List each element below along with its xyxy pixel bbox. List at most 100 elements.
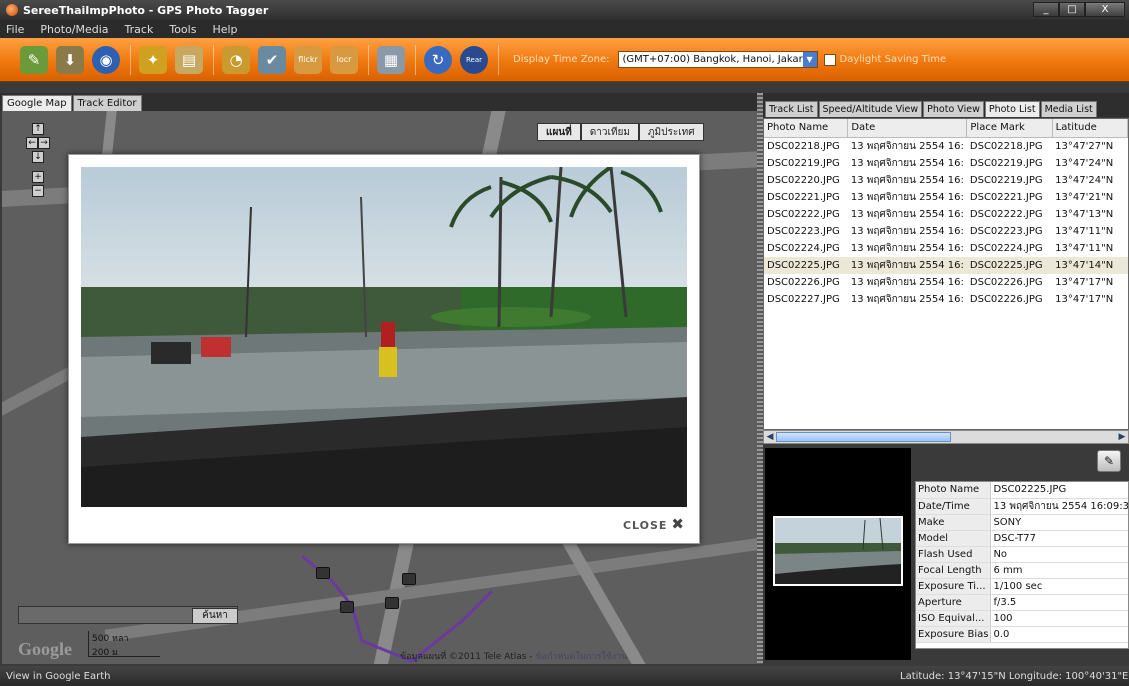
- photo-list-grid: Photo Name Date Place Mark Latitude DSC0…: [763, 118, 1129, 430]
- photo-edit-icon[interactable]: ▤: [175, 45, 203, 74]
- close-window-button[interactable]: X: [1085, 2, 1125, 17]
- table-row[interactable]: DSC02227.JPG 13 พฤศจิกายน 2554 16: DSC0222…: [764, 291, 1128, 308]
- column-latitude[interactable]: Latitude: [1052, 119, 1128, 138]
- column-date[interactable]: Date: [847, 119, 968, 138]
- export-kml-icon[interactable]: ▦: [377, 45, 405, 74]
- popup-photo: [81, 167, 687, 507]
- cell-place-mark: DSC02219.JPG: [969, 174, 1043, 186]
- pan-up-icon[interactable]: ↑: [32, 123, 44, 135]
- photo-marker-icon[interactable]: [385, 597, 399, 609]
- tab-track-list[interactable]: Track List: [765, 101, 818, 117]
- status-coordinates: Latitude: 13°47'15"N Longitude: 100°40'3…: [900, 670, 1129, 682]
- grid-horizontal-scrollbar[interactable]: ◀ ▶: [763, 430, 1129, 444]
- toolbar-separator: [415, 44, 416, 75]
- copyright-text: ข้อมูลแผนที่ ©2011 Tele Atlas -: [400, 652, 533, 662]
- cell-latitude: 13°47'11"N: [1055, 242, 1114, 254]
- property-row: Exposure Bias 0.0: [916, 626, 1128, 643]
- pan-left-icon[interactable]: ←: [26, 137, 38, 149]
- scroll-left-icon[interactable]: ◀: [764, 431, 776, 443]
- import-track-icon[interactable]: ⬇: [56, 45, 84, 74]
- locr-upload-icon[interactable]: locr: [330, 45, 358, 74]
- map-type-terrain[interactable]: ภูมิประเทศ: [638, 123, 704, 141]
- terms-of-use-link[interactable]: ข้อกำหนดในการใช้งาน: [535, 652, 627, 662]
- toolbar-separator: [130, 44, 131, 75]
- cell-photo-name: DSC02223.JPG: [767, 225, 840, 237]
- left-tab-strip: Google Map Track Editor: [0, 93, 757, 111]
- map-type-map[interactable]: แผนที่: [537, 123, 581, 141]
- property-value: 13 พฤศจิกายน 2554 16:09:34: [990, 498, 1128, 515]
- chevron-down-icon[interactable]: ▼: [802, 52, 817, 67]
- zoom-out-icon[interactable]: −: [32, 185, 44, 197]
- time-offset-icon[interactable]: ◔: [222, 45, 250, 74]
- menu-tools[interactable]: Tools: [169, 23, 196, 36]
- pan-down-icon[interactable]: ↓: [32, 151, 44, 163]
- cell-place-mark: DSC02221.JPG: [969, 191, 1043, 203]
- photo-thumbnail[interactable]: [773, 516, 903, 586]
- daylight-saving-label: Daylight Saving Time: [839, 54, 947, 65]
- daylight-saving-checkbox[interactable]: [823, 53, 836, 66]
- edit-properties-button[interactable]: ✎: [1097, 450, 1121, 472]
- close-icon[interactable]: ✖: [671, 515, 685, 533]
- menu-bar: File Photo/Media Track Tools Help: [0, 20, 1129, 38]
- gps-track-line: [302, 554, 494, 663]
- map-search-button[interactable]: ค้นหา: [192, 608, 238, 624]
- cell-latitude: 13°47'24"N: [1055, 174, 1114, 186]
- property-key: ISO Equival...: [916, 610, 992, 627]
- sync-icon[interactable]: ↻: [424, 45, 452, 74]
- property-key: Focal Length: [916, 562, 992, 579]
- property-key: Date/Time: [916, 498, 992, 515]
- table-row[interactable]: DSC02218.JPG 13 พฤศจิกายน 2554 16: DSC0221…: [764, 137, 1128, 155]
- cell-photo-name: DSC02225.JPG: [764, 256, 848, 274]
- tab-track-editor[interactable]: Track Editor: [72, 95, 142, 111]
- tab-photo-view[interactable]: Photo View: [923, 101, 984, 117]
- table-row[interactable]: DSC02222.JPG 13 พฤศจิกายน 2554 16: DSC0222…: [764, 206, 1128, 223]
- cell-photo-name: DSC02224.JPG: [767, 242, 840, 254]
- photo-marker-icon[interactable]: [402, 573, 416, 585]
- minimize-button[interactable]: _: [1033, 2, 1059, 17]
- cell-photo-name: DSC02227.JPG: [767, 293, 840, 305]
- table-row[interactable]: DSC02221.JPG 13 พฤศจิกายน 2554 16: DSC0222…: [764, 189, 1128, 206]
- tab-media-list[interactable]: Media List: [1040, 101, 1097, 117]
- table-row[interactable]: DSC02224.JPG 13 พฤศจิกายน 2554 16: DSC0222…: [764, 240, 1128, 257]
- table-row[interactable]: DSC02223.JPG 13 พฤศจิกายน 2554 16: DSC0222…: [764, 223, 1128, 240]
- status-left-text[interactable]: View in Google Earth: [6, 671, 110, 682]
- globe-icon[interactable]: ◉: [92, 45, 120, 74]
- table-row[interactable]: DSC02225.JPG 13 พฤศจิกายน 2554 16: DSC0222…: [764, 256, 1128, 274]
- maximize-button[interactable]: □: [1059, 2, 1085, 17]
- scrollbar-thumb[interactable]: [776, 432, 951, 442]
- property-row: ISO Equival... 100: [916, 610, 1128, 627]
- popup-close-button[interactable]: CLOSE ✖: [623, 515, 685, 533]
- property-key: Exposure Ti...: [916, 578, 992, 595]
- flickr-upload-icon[interactable]: flickr: [294, 45, 322, 74]
- scroll-right-icon[interactable]: ▶: [1116, 431, 1128, 443]
- open-photos-icon[interactable]: ✎: [20, 45, 48, 74]
- menu-track[interactable]: Track: [125, 23, 154, 36]
- geotag-icon[interactable]: ✦: [139, 45, 167, 74]
- tab-photo-list[interactable]: Photo List: [984, 101, 1040, 117]
- photo-marker-icon[interactable]: [316, 567, 330, 579]
- main-toolbar: ✎ ⬇ ◉ ✦ ▤ ◔ ✔ flickr locr ▦ ↻ Rear Displ…: [0, 38, 1129, 82]
- table-row[interactable]: DSC02219.JPG 13 พฤศจิกายน 2554 16: DSC0221…: [764, 155, 1128, 172]
- cell-photo-name: DSC02226.JPG: [767, 276, 840, 288]
- table-row[interactable]: DSC02226.JPG 13 พฤศจิกายน 2554 16: DSC0222…: [764, 274, 1128, 291]
- tab-speed-altitude-view[interactable]: Speed/Altitude View: [818, 101, 923, 117]
- photo-marker-icon[interactable]: [340, 601, 354, 613]
- pan-right-icon[interactable]: →: [38, 137, 50, 149]
- column-photo-name[interactable]: Photo Name: [764, 119, 849, 138]
- tab-google-map[interactable]: Google Map: [2, 95, 72, 111]
- cell-place-mark: DSC02226.JPG: [969, 276, 1043, 288]
- map-type-satellite[interactable]: ดาวเทียม: [580, 123, 639, 141]
- google-logo: Google: [18, 639, 72, 659]
- rear-view-icon[interactable]: Rear: [460, 45, 488, 74]
- property-value: 100: [990, 610, 1128, 627]
- table-row[interactable]: DSC02220.JPG 13 พฤศจิกายน 2554 16: DSC0221…: [764, 172, 1128, 189]
- cell-date: 13 พฤศจิกายน 2554 16:: [850, 174, 964, 186]
- cell-date: 13 พฤศจิกายน 2554 16:: [850, 208, 964, 220]
- column-place-mark[interactable]: Place Mark: [966, 119, 1053, 138]
- menu-help[interactable]: Help: [212, 23, 237, 36]
- menu-file[interactable]: File: [6, 23, 24, 36]
- time-zone-select[interactable]: (GMT+07:00) Bangkok, Hanoi, Jakarta ▼: [617, 51, 818, 68]
- menu-photo-media[interactable]: Photo/Media: [40, 23, 108, 36]
- write-exif-icon[interactable]: ✔: [258, 45, 286, 74]
- zoom-in-icon[interactable]: +: [32, 171, 44, 183]
